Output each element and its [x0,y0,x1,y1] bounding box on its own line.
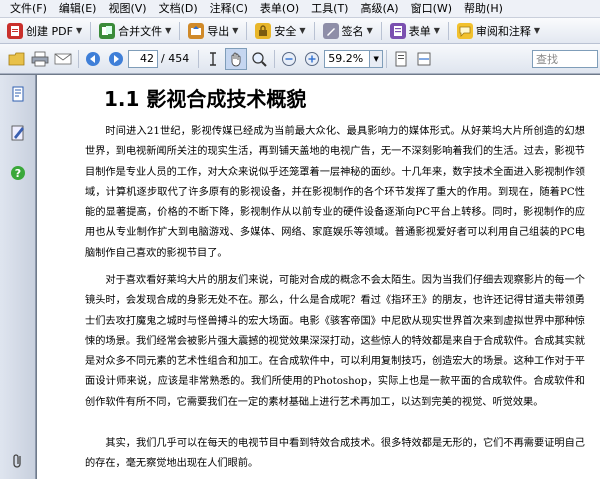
toolbar-divider [246,21,248,40]
sign-button[interactable]: 签名 ▼ [320,20,376,42]
pen-icon [322,22,339,39]
help-icon[interactable]: ? [8,163,28,183]
chevron-down-icon: ▼ [299,26,306,35]
document-page: 1.1 影视合成技术概貌 时间进入21世纪，影视传媒已经成为当前最大众化、最具影… [37,75,600,479]
toolbar-divider [380,21,382,40]
menu-bar: 文件(F) 编辑(E) 视图(V) 文档(D) 注释(C) 表单(O) 工具(T… [0,0,600,18]
fit-page-icon[interactable] [390,48,412,70]
combine-files-icon [99,22,116,39]
paragraph-1: 时间进入21世纪，影视传媒已经成为当前最大众化、最具影响力的媒体形式。从好莱坞大… [85,126,585,259]
chevron-down-icon: ▼ [165,26,172,35]
page-number-input[interactable] [128,49,158,68]
open-folder-icon[interactable] [6,48,28,70]
menu-file[interactable]: 文件(F) [4,0,53,17]
toolbar-divider [313,21,315,40]
export-label: 导出 [207,24,230,38]
toolbar-divider [179,21,181,40]
toolbar-divider [386,49,388,68]
create-pdf-label: 创建 PDF [26,24,73,38]
menu-view[interactable]: 视图(V) [102,0,152,17]
toolbar-divider [78,49,79,68]
menu-comments[interactable]: 注释(C) [204,0,254,17]
create-pdf-button[interactable]: 创建 PDF ▼ [4,20,85,42]
zoom-in-icon[interactable] [301,48,323,70]
create-pdf-icon [7,22,23,39]
comment-icon [456,22,473,39]
chevron-down-icon: ▼ [533,26,541,35]
zoom-dropdown-chevron-icon[interactable]: ▼ [370,49,384,68]
task-toolbar: 创建 PDF ▼ 合并文件 ▼ 导出 ▼ 安全 ▼ 签名 ▼ 表单 ▼ 审阅和注… [0,18,600,44]
zoom-tool-icon[interactable] [248,48,270,70]
export-button[interactable]: 导出 ▼ [185,20,241,42]
page-total: / 454 [161,52,190,65]
pages-panel-icon[interactable] [8,85,28,105]
forms-button[interactable]: 表单 ▼ [387,20,443,42]
menu-window[interactable]: 窗口(W) [405,0,458,17]
review-comment-label: 审阅和注释 [475,24,531,38]
chevron-down-icon: ▼ [232,26,239,35]
paragraph-2: 对于喜欢看好莱坞大片的朋友们来说，可能对合成的概念不会太陌生。因为当我们仔细去观… [85,275,585,408]
sign-label: 签名 [341,24,364,38]
navigation-toolbar: / 454 ▼ [0,44,600,74]
next-page-icon[interactable] [105,48,127,70]
attachments-panel-icon[interactable] [8,451,28,471]
menu-tools[interactable]: 工具(T) [305,0,354,17]
combine-files-label: 合并文件 [118,24,163,38]
review-comment-button[interactable]: 审阅和注释 ▼ [454,20,543,42]
navigation-panel: ? [0,75,36,479]
menu-forms[interactable]: 表单(O) [254,0,305,17]
hand-tool-icon[interactable] [225,47,248,70]
paragraph-3: 其实，我们几乎可以在每天的电视节目中看到特效合成技术。很多特效都是无形的，它们不… [85,438,585,470]
menu-edit[interactable]: 编辑(E) [53,0,103,17]
chevron-down-icon: ▼ [366,26,373,35]
zoom-out-icon[interactable] [278,48,300,70]
chevron-down-icon: ▼ [433,26,440,35]
toolbar-divider [274,49,276,68]
forms-label: 表单 [408,24,431,38]
fit-width-icon[interactable] [413,48,435,70]
menu-advanced[interactable]: 高级(A) [354,0,404,17]
toolbar-divider [198,49,200,68]
search-input[interactable] [532,50,598,68]
signatures-panel-icon[interactable] [8,123,28,143]
chevron-down-icon: ▼ [75,26,83,35]
email-icon[interactable] [52,48,74,70]
security-button[interactable]: 安全 ▼ [252,20,308,42]
toolbar-divider [90,21,92,40]
toolbar-divider [447,21,449,40]
menu-help[interactable]: 帮助(H) [458,0,509,17]
select-text-icon[interactable] [202,48,224,70]
form-icon [389,22,406,39]
zoom-level-input[interactable] [324,49,371,68]
previous-page-icon[interactable] [82,48,104,70]
print-icon[interactable] [29,48,51,70]
lock-icon [255,22,272,39]
menu-document[interactable]: 文档(D) [153,0,204,17]
svg-text:?: ? [15,167,21,180]
page-title: 1.1 影视合成技术概貌 [104,87,307,111]
security-label: 安全 [274,24,297,38]
export-icon [188,22,205,39]
combine-files-button[interactable]: 合并文件 ▼ [96,20,174,42]
